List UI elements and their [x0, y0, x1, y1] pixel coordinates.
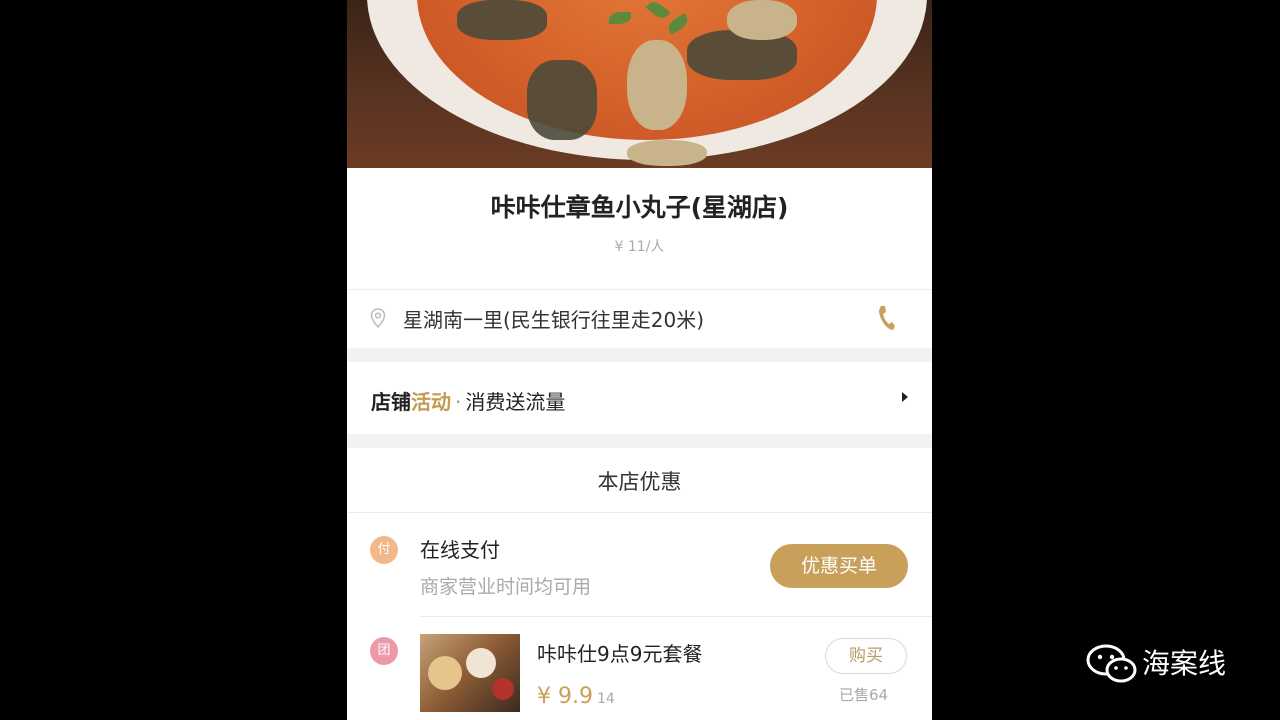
- activity-label: 店铺活动 · 消费送流量: [371, 386, 565, 415]
- shop-info-card: 咔咔仕章鱼小丸子(星湖店) ¥ 11/人 星湖南一里(民生银行往里走20米): [347, 168, 932, 348]
- buy-button[interactable]: 购买: [825, 638, 907, 674]
- activity-label-highlight: 活动: [411, 390, 451, 414]
- combo-price: ¥ 9.9: [537, 684, 593, 709]
- address-row[interactable]: 星湖南一里(民生银行往里走20米): [347, 290, 932, 346]
- shop-activity-row[interactable]: 店铺活动 · 消费送流量: [347, 362, 932, 434]
- combo-thumbnail[interactable]: [420, 634, 520, 712]
- chevron-right-icon: [902, 392, 908, 402]
- deals-section-title: 本店优惠: [597, 470, 682, 494]
- activity-description: 消费送流量: [465, 390, 566, 414]
- address-text: 星湖南一里(民生银行往里走20米): [403, 308, 705, 332]
- divider: [347, 512, 932, 513]
- deals-card: 本店优惠 付 在线支付 商家营业时间均可用 优惠买单 团 咔咔仕9点9元套餐 ¥…: [347, 448, 932, 720]
- watermark-text: 海案线: [1142, 647, 1227, 680]
- combo-original-price: 14: [596, 691, 615, 707]
- phone-icon[interactable]: [875, 303, 897, 333]
- online-pay-subtitle: 商家营业时间均可用: [420, 576, 592, 598]
- group-deal-badge-icon: 团: [370, 637, 398, 665]
- divider: [420, 616, 932, 617]
- combo-price-row: ¥ 9.9 14: [537, 684, 615, 709]
- phone-screen: 咔咔仕章鱼小丸子(星湖店) ¥ 11/人 星湖南一里(民生银行往里走20米) 店…: [347, 0, 932, 720]
- sold-count: 已售64: [839, 686, 889, 704]
- shop-name: 咔咔仕章鱼小丸子(星湖店): [490, 193, 789, 222]
- wechat-icon: [1086, 644, 1137, 683]
- activity-label-prefix: 店铺: [371, 390, 411, 414]
- online-pay-title: 在线支付: [420, 538, 500, 562]
- discount-pay-button[interactable]: 优惠买单: [770, 544, 908, 588]
- price-per-person: ¥ 11/人: [614, 239, 665, 255]
- activity-separator: ·: [455, 390, 462, 414]
- shop-hero-image: [347, 0, 932, 168]
- combo-title[interactable]: 咔咔仕9点9元套餐: [537, 638, 702, 667]
- location-pin-icon: [370, 308, 386, 328]
- online-pay-badge-icon: 付: [370, 536, 398, 564]
